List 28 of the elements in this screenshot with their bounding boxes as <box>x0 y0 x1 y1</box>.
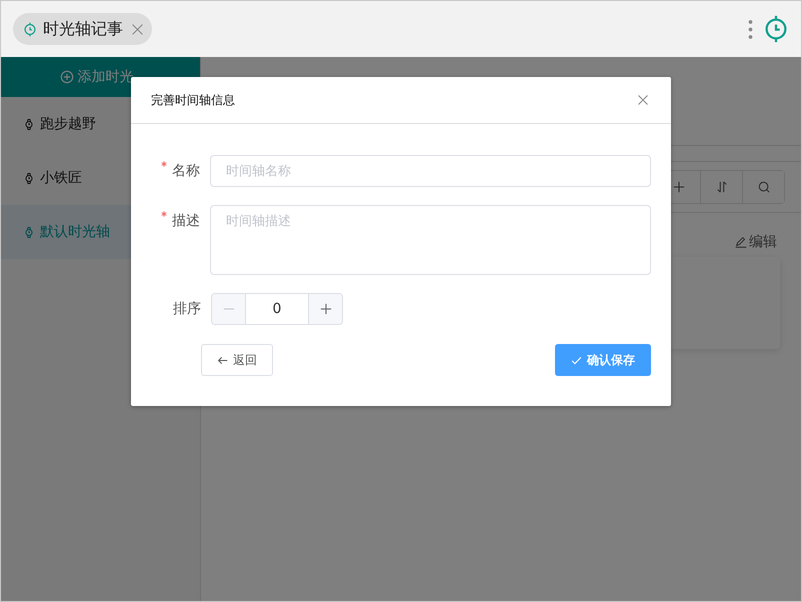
back-button[interactable]: 返回 <box>201 344 273 376</box>
number-stepper[interactable]: 0 <box>211 293 343 325</box>
watch-icon <box>23 226 35 238</box>
arrow-left-icon <box>217 354 228 366</box>
search-icon <box>758 181 770 193</box>
plus-circle-icon <box>60 70 74 84</box>
plus-icon <box>673 181 685 193</box>
search-button[interactable] <box>742 171 784 203</box>
input-field[interactable]: 时间轴名称 <box>210 155 651 187</box>
save-button[interactable]: 确认保存 <box>555 344 651 376</box>
close-icon <box>131 22 144 36</box>
pencil-icon <box>734 235 748 249</box>
plus-icon <box>320 303 332 315</box>
field-label: 名称 <box>172 163 200 179</box>
watch-icon <box>23 172 35 184</box>
increment-button[interactable] <box>309 294 342 324</box>
clock-icon <box>22 20 38 38</box>
text-area[interactable]: 时间轴描述 <box>210 205 651 275</box>
field-label: 描述 <box>172 213 200 229</box>
number-field[interactable]: 0 <box>245 294 309 324</box>
close-icon <box>637 94 649 106</box>
app-tab[interactable]: 时光轴记事 <box>13 13 152 45</box>
sort-icon <box>716 181 728 193</box>
field-label: 排序 <box>173 301 201 317</box>
check-icon <box>571 354 582 366</box>
edit-link[interactable]: 编辑 <box>734 233 777 251</box>
more-icon <box>748 18 753 40</box>
watch-icon <box>23 118 35 130</box>
